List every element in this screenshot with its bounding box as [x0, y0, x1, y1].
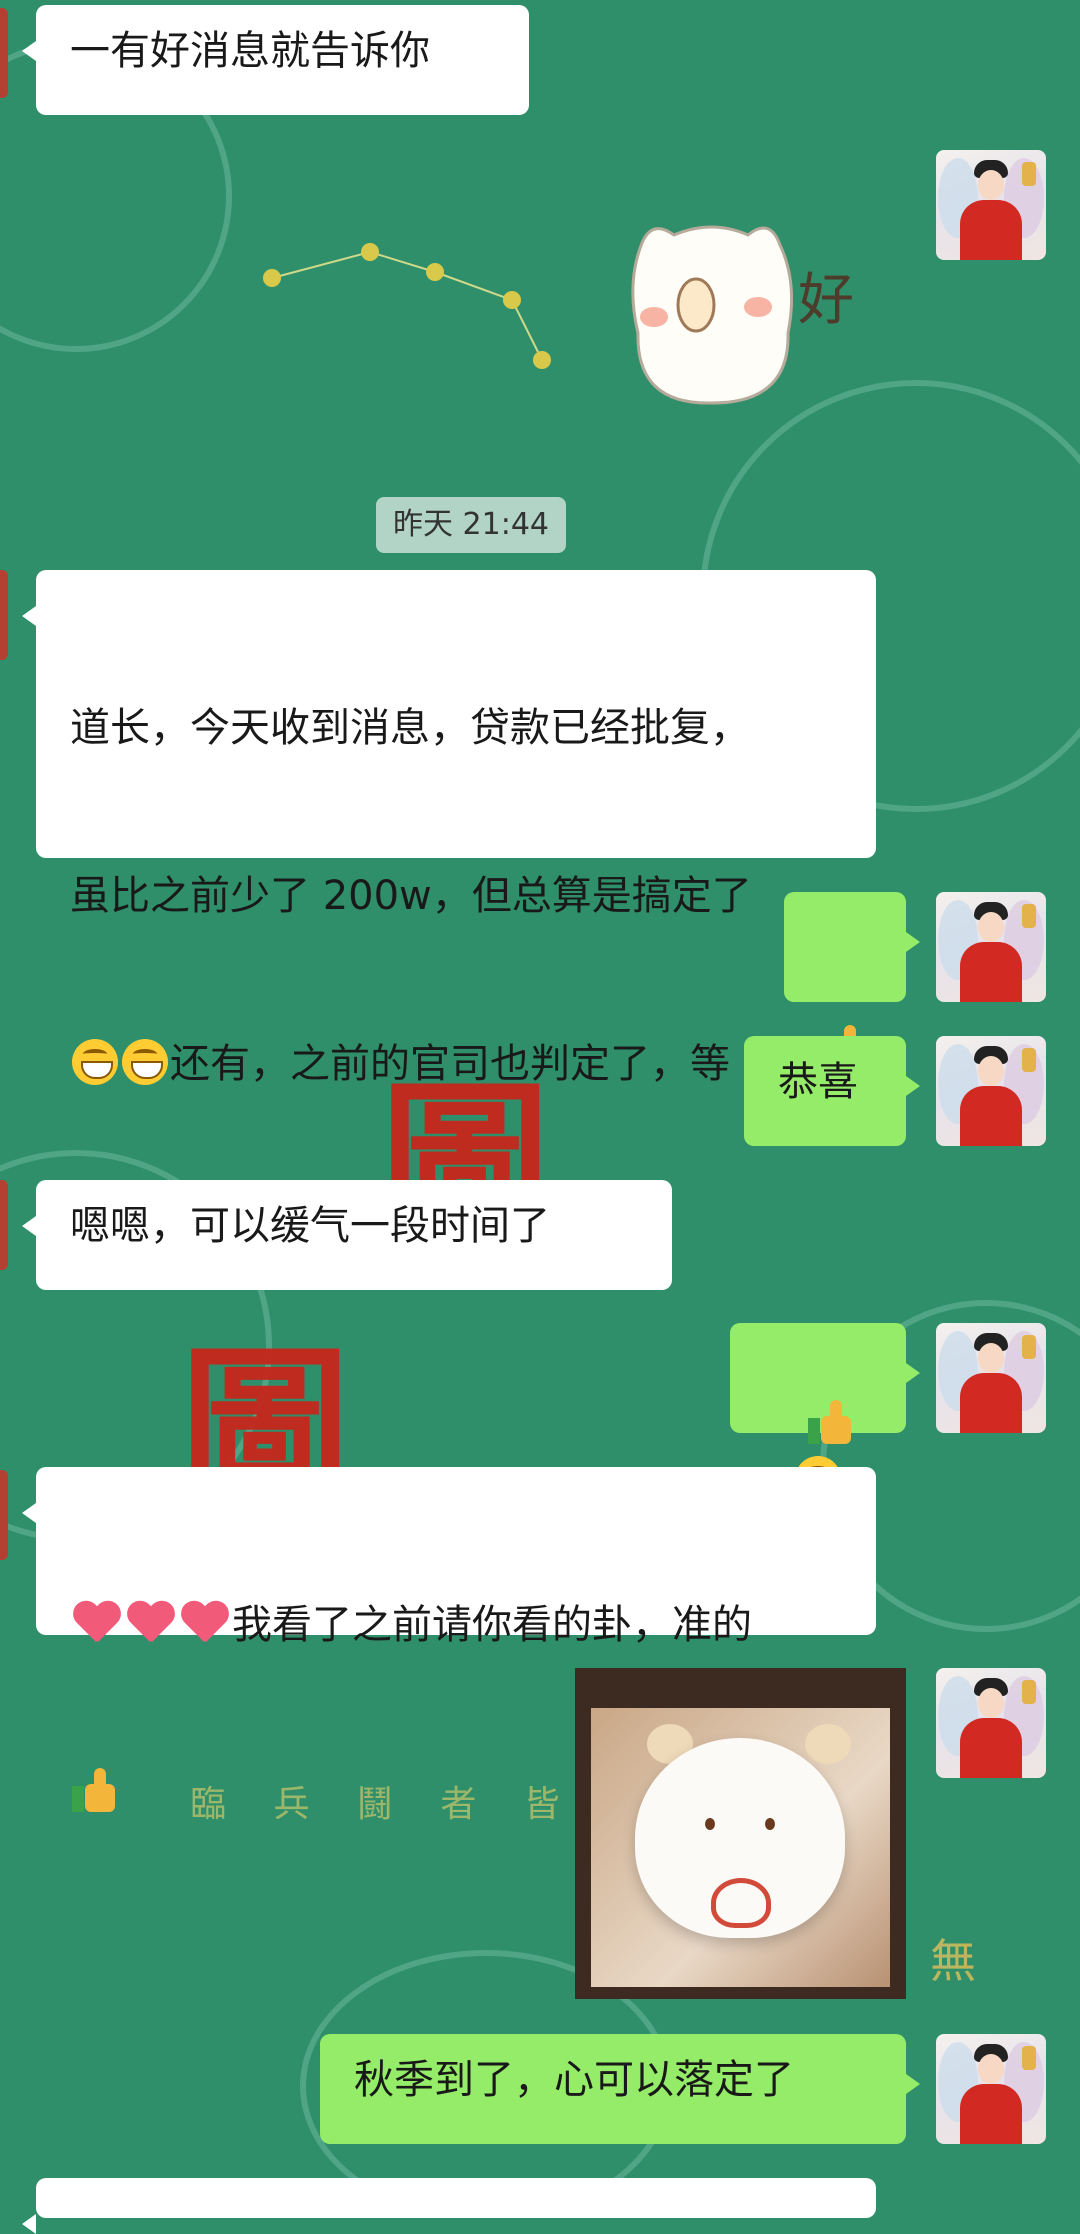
my-avatar[interactable]	[936, 150, 1046, 260]
contact-avatar[interactable]	[0, 1470, 8, 1560]
image-message[interactable]	[575, 1668, 906, 1999]
my-avatar[interactable]	[936, 892, 1046, 1002]
heart-icon	[180, 1600, 230, 1646]
message-line-text: 还有，之前的官司也判定了，等	[170, 1041, 730, 1087]
background-corner-glyph: 無	[930, 1934, 994, 1988]
outgoing-message[interactable]	[730, 1323, 920, 1502]
bear-eye	[765, 1818, 775, 1830]
bear-ear	[805, 1724, 851, 1764]
heart-icon	[72, 1600, 122, 1646]
outgoing-message[interactable]: 恭喜	[744, 1036, 920, 1146]
grinning-face-icon	[72, 1039, 118, 1085]
grinning-face-icon	[122, 1039, 168, 1085]
outgoing-message[interactable]	[784, 892, 920, 1069]
incoming-message[interactable]	[22, 2178, 876, 2234]
contact-avatar[interactable]	[0, 1180, 8, 1270]
contact-avatar[interactable]	[0, 570, 8, 660]
constellation-decoration	[263, 243, 551, 369]
incoming-message[interactable]: 嗯嗯，可以缓气一段时间了	[22, 1180, 672, 1290]
thumbs-up-icon	[72, 1768, 118, 1814]
message-line-text: 我看了之前请你看的卦，准的	[232, 1602, 752, 1648]
sticker-caption: 好	[798, 268, 854, 333]
sticker-message[interactable]: 好	[612, 213, 872, 423]
message-line: 我看了之前请你看的卦，准的	[70, 1597, 842, 1653]
my-avatar[interactable]	[936, 1036, 1046, 1146]
bear-eye	[705, 1818, 715, 1830]
incoming-message[interactable]: 一有好消息就告诉你	[22, 5, 529, 115]
message-line: 道长，今天收到消息，贷款已经批复，	[70, 705, 750, 751]
heart-icon	[126, 1600, 176, 1646]
my-avatar[interactable]	[936, 2034, 1046, 2144]
outgoing-message[interactable]: 秋季到了，心可以落定了	[320, 2034, 920, 2144]
message-line: 虽比之前少了 200w，但总算是搞定了	[70, 873, 752, 919]
message-line: 还有，之前的官司也判定了，等	[70, 1036, 842, 1092]
contact-avatar[interactable]	[0, 8, 8, 98]
incoming-message[interactable]: 道长，今天收到消息，贷款已经批复， 虽比之前少了 200w，但总算是搞定了 还有…	[22, 570, 876, 1255]
message-timestamp: 昨天 21:44	[376, 497, 566, 553]
my-avatar[interactable]	[936, 1668, 1046, 1778]
heart-icon	[711, 1878, 771, 1928]
my-avatar[interactable]	[936, 1323, 1046, 1433]
thumbs-up-icon	[807, 1400, 854, 1446]
incoming-message[interactable]: 我看了之前请你看的卦，准的	[22, 1467, 876, 1812]
